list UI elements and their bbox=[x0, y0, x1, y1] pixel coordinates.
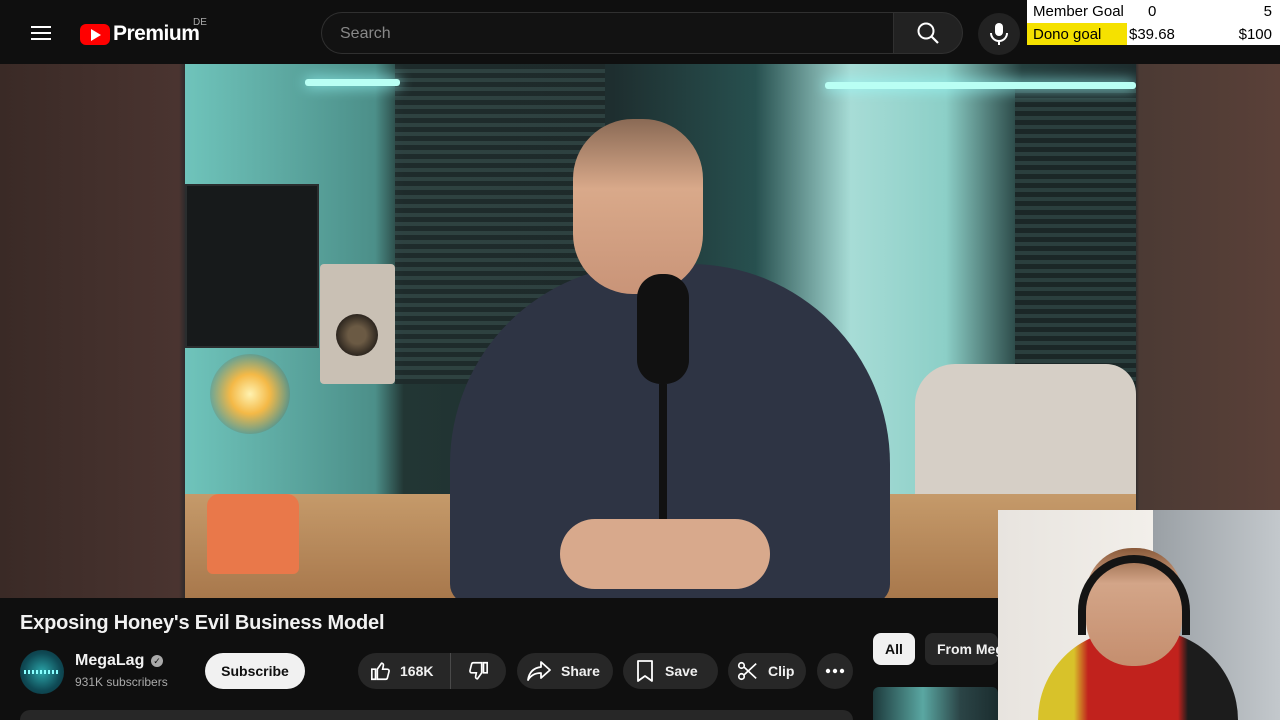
share-label: Share bbox=[561, 663, 600, 679]
description-box[interactable] bbox=[20, 710, 853, 720]
voice-search-button[interactable] bbox=[978, 13, 1020, 55]
member-goal-target: 5 bbox=[1263, 3, 1272, 20]
dono-goal-current: $39.68 bbox=[1129, 26, 1175, 43]
save-button[interactable]: Save bbox=[623, 653, 718, 689]
member-goal-current: 0 bbox=[1148, 3, 1157, 20]
fuel-canister bbox=[207, 494, 299, 574]
channel-name[interactable]: MegaLag bbox=[75, 652, 144, 670]
presenter-hands bbox=[560, 519, 770, 589]
clip-button[interactable]: Clip bbox=[728, 653, 806, 689]
speaker bbox=[320, 264, 395, 384]
more-horizontal-icon bbox=[825, 668, 845, 674]
related-video-thumbnail[interactable] bbox=[873, 687, 998, 720]
share-button[interactable]: Share bbox=[517, 653, 613, 689]
hamburger-icon bbox=[31, 26, 51, 40]
youtube-play-icon bbox=[80, 23, 110, 45]
stream-goal-overlay: Member Goal 0 5 Dono goal $39.68 $100 bbox=[1027, 0, 1280, 45]
clip-label: Clip bbox=[768, 663, 795, 679]
monitor bbox=[185, 184, 319, 348]
subscribe-button[interactable]: Subscribe bbox=[205, 653, 305, 689]
chip-from-channel[interactable]: From MegaLag bbox=[925, 633, 998, 665]
presenter-head bbox=[573, 119, 703, 294]
search-box bbox=[321, 12, 893, 55]
bulb-lamp bbox=[210, 354, 290, 434]
channel-avatar[interactable] bbox=[20, 650, 64, 694]
member-goal-label: Member Goal bbox=[1033, 3, 1124, 20]
share-icon bbox=[527, 661, 551, 681]
video-title: Exposing Honey's Evil Business Model bbox=[20, 612, 385, 634]
subscriber-count: 931K subscribers bbox=[75, 675, 168, 689]
dono-goal-label: Dono goal bbox=[1027, 23, 1127, 45]
bookmark-icon bbox=[637, 660, 653, 682]
window-blinds bbox=[1015, 84, 1136, 384]
thumbs-down-icon bbox=[469, 661, 488, 680]
dono-goal-target: $100 bbox=[1238, 26, 1272, 43]
guide-menu-button[interactable] bbox=[24, 16, 58, 50]
search-input[interactable] bbox=[322, 13, 882, 55]
video-frame bbox=[185, 64, 1136, 598]
more-actions-button[interactable] bbox=[817, 653, 853, 689]
microphone-icon bbox=[990, 23, 1008, 45]
search-button[interactable] bbox=[893, 12, 963, 54]
thumbs-up-icon bbox=[371, 662, 390, 681]
light-bar bbox=[825, 82, 1136, 89]
like-button[interactable]: 168K bbox=[358, 653, 451, 689]
light-bar bbox=[305, 79, 400, 86]
youtube-premium-logo[interactable]: Premium DE bbox=[80, 17, 207, 48]
save-label: Save bbox=[665, 663, 698, 679]
scissors-icon bbox=[737, 661, 757, 681]
like-dislike-group: 168K bbox=[358, 653, 506, 689]
like-count: 168K bbox=[400, 663, 434, 679]
member-goal-row: Member Goal 0 5 bbox=[1027, 0, 1280, 22]
mic-stand bbox=[659, 384, 667, 524]
search-icon bbox=[917, 22, 939, 44]
country-code: DE bbox=[193, 17, 207, 28]
chip-all[interactable]: All bbox=[873, 633, 915, 665]
streamer-webcam-overlay bbox=[998, 510, 1280, 720]
dono-goal-row: Dono goal $39.68 $100 bbox=[1027, 23, 1280, 45]
verified-icon: ✓ bbox=[151, 655, 163, 667]
studio-microphone bbox=[637, 274, 689, 384]
dislike-button[interactable] bbox=[451, 653, 505, 689]
logo-text: Premium bbox=[113, 22, 200, 45]
